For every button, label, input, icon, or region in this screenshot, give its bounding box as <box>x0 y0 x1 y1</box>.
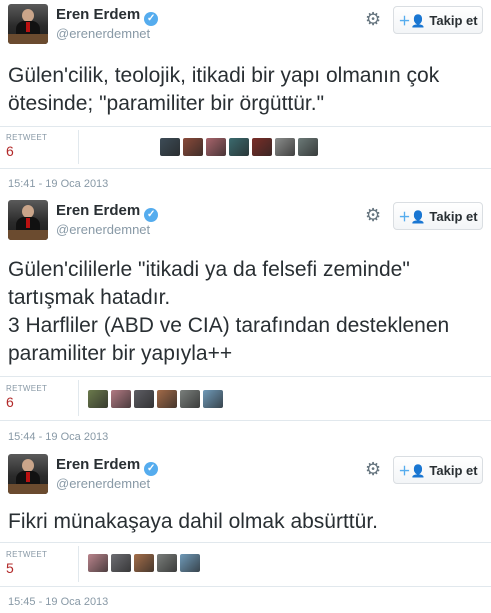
retweeter-avatar[interactable] <box>203 390 223 408</box>
tweet-text-line-1: Gülen'cililerle "itikadi ya da felsefi z… <box>8 258 410 309</box>
retweeter-avatar[interactable] <box>229 138 249 156</box>
timestamp[interactable]: 15:41 - 19 Oca 2013 <box>8 178 108 190</box>
divider <box>0 126 491 127</box>
retweet-count: 5 <box>6 560 14 576</box>
add-user-icon: ＋👤 <box>398 209 426 224</box>
verified-badge-icon: ✓ <box>144 12 159 26</box>
retweet-stat[interactable]: RETWEET 6 <box>6 133 76 159</box>
divider <box>0 420 491 421</box>
add-user-icon: ＋👤 <box>398 13 426 28</box>
retweeter-avatars <box>88 390 223 408</box>
retweet-count: 6 <box>6 143 14 159</box>
add-user-icon: ＋👤 <box>398 463 426 478</box>
retweeter-avatar[interactable] <box>134 554 154 572</box>
retweeter-avatar[interactable] <box>275 138 295 156</box>
retweeter-avatars <box>160 138 318 156</box>
retweet-stat[interactable]: RETWEET 5 <box>6 550 76 576</box>
retweeter-avatar[interactable] <box>180 554 200 572</box>
retweet-count: 6 <box>6 394 14 410</box>
retweet-label: RETWEET <box>6 384 48 393</box>
author-handle[interactable]: @erenerdemnet <box>56 222 150 237</box>
verified-badge-icon: ✓ <box>144 462 159 476</box>
author-name[interactable]: Eren Erdem ✓ <box>56 202 159 222</box>
avatar[interactable] <box>8 200 48 240</box>
divider <box>0 376 491 377</box>
retweeter-avatars <box>88 554 200 572</box>
tweet-text: Fikri münakaşaya dahil olmak absürttür. <box>8 510 378 533</box>
tweet-text-line-2: 3 Harfliler (ABD ve CIA) tarafından dest… <box>8 314 450 365</box>
retweeter-avatar[interactable] <box>180 390 200 408</box>
divider <box>78 130 79 164</box>
retweet-stat[interactable]: RETWEET 6 <box>6 384 76 410</box>
author-name[interactable]: Eren Erdem ✓ <box>56 6 159 26</box>
retweeter-avatar[interactable] <box>298 138 318 156</box>
timestamp[interactable]: 15:44 - 19 Oca 2013 <box>8 431 108 443</box>
retweeter-avatar[interactable] <box>111 554 131 572</box>
retweeter-avatar[interactable] <box>111 390 131 408</box>
gear-icon[interactable]: ⚙ <box>365 205 381 226</box>
follow-button[interactable]: ＋👤 Takip et <box>393 6 483 34</box>
gear-icon[interactable]: ⚙ <box>365 459 381 480</box>
divider <box>0 168 491 169</box>
retweeter-avatar[interactable] <box>157 390 177 408</box>
tweet-text: Gülen'cililerle "itikadi ya da felsefi z… <box>8 256 484 368</box>
gear-icon[interactable]: ⚙ <box>365 9 381 30</box>
retweeter-avatar[interactable] <box>160 138 180 156</box>
retweeter-avatar[interactable] <box>88 554 108 572</box>
divider <box>78 546 79 582</box>
timestamp[interactable]: 15:45 - 19 Oca 2013 <box>8 596 108 608</box>
follow-button[interactable]: ＋👤 Takip et <box>393 456 483 484</box>
divider <box>78 380 79 416</box>
avatar[interactable] <box>8 454 48 494</box>
divider <box>0 542 491 543</box>
divider <box>0 586 491 587</box>
tweet-text: Gülen'cilik, teolojik, itikadi bir yapı … <box>8 64 440 115</box>
author-handle[interactable]: @erenerdemnet <box>56 26 150 41</box>
retweeter-avatar[interactable] <box>252 138 272 156</box>
retweeter-avatar[interactable] <box>183 138 203 156</box>
retweet-label: RETWEET <box>6 550 48 559</box>
retweeter-avatar[interactable] <box>157 554 177 572</box>
retweeter-avatar[interactable] <box>206 138 226 156</box>
author-name[interactable]: Eren Erdem ✓ <box>56 456 159 476</box>
retweeter-avatar[interactable] <box>88 390 108 408</box>
retweeter-avatar[interactable] <box>134 390 154 408</box>
retweet-label: RETWEET <box>6 133 48 142</box>
verified-badge-icon: ✓ <box>144 208 159 222</box>
avatar[interactable] <box>8 4 48 44</box>
follow-button[interactable]: ＋👤 Takip et <box>393 202 483 230</box>
author-handle[interactable]: @erenerdemnet <box>56 476 150 491</box>
